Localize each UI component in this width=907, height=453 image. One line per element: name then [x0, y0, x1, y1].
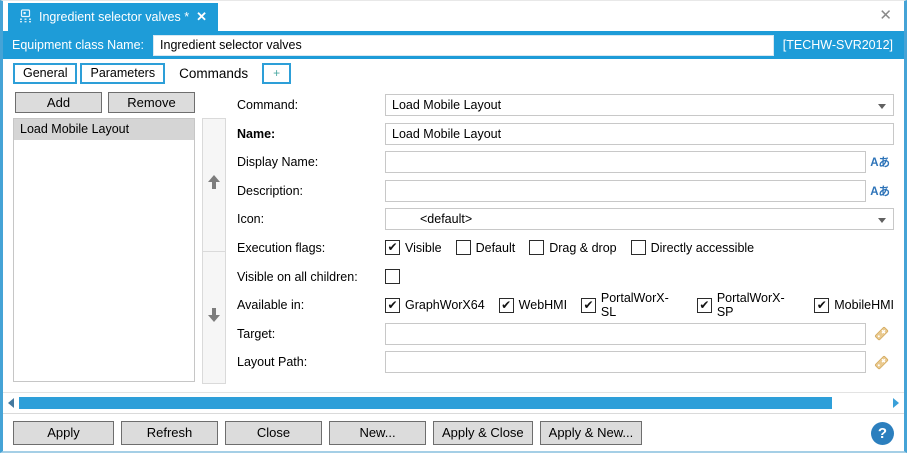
- default-checkbox[interactable]: [455, 240, 471, 256]
- display-name-localize-icon[interactable]: Aあ: [866, 154, 890, 170]
- scroll-right-icon[interactable]: [893, 398, 899, 408]
- layout-path-row: Layout Path:: [237, 350, 894, 374]
- equipment-class-editor-window: Ingredient selector valves * ✕ ✕ Equipme…: [0, 0, 907, 453]
- chevron-down-icon: [878, 218, 886, 224]
- commands-tab-content: Add Remove Load Mobile Layout Command: L…: [3, 84, 904, 392]
- window-close-icon[interactable]: ✕: [879, 8, 892, 23]
- flag-default[interactable]: Default: [455, 240, 515, 256]
- apply-and-new-button[interactable]: Apply & New...: [539, 421, 643, 445]
- name-row: Name:: [237, 122, 894, 146]
- editor-tab-strip: General Parameters Commands +: [3, 59, 904, 84]
- name-input[interactable]: [385, 122, 894, 145]
- available-mobilehmi[interactable]: MobileHMI: [814, 297, 894, 313]
- flag-visible[interactable]: Visible: [385, 240, 442, 256]
- display-name-input[interactable]: [385, 151, 866, 174]
- new-button[interactable]: New...: [329, 421, 426, 445]
- target-label: Target:: [237, 326, 276, 341]
- name-label: Name:: [237, 126, 276, 141]
- layout-path-label: Layout Path:: [237, 355, 308, 370]
- arrow-up-icon: [207, 174, 221, 195]
- visible-all-children-label: Visible on all children:: [237, 269, 358, 284]
- available-portalworx-sl[interactable]: PortalWorX-SL: [581, 291, 683, 319]
- target-input[interactable]: [385, 322, 866, 345]
- layout-path-input[interactable]: [385, 351, 866, 374]
- scrollbar-thumb[interactable]: [19, 397, 832, 409]
- visible-checkbox[interactable]: [385, 240, 400, 256]
- flag-directly-accessible[interactable]: Directly accessible: [630, 240, 754, 256]
- document-tab-close-icon[interactable]: ✕: [196, 9, 207, 25]
- close-button[interactable]: Close: [225, 421, 322, 445]
- available-portalworx-sp[interactable]: PortalWorX-SP: [696, 291, 800, 319]
- icon-dropdown[interactable]: <default>: [385, 208, 894, 231]
- tab-commands[interactable]: Commands: [168, 63, 260, 84]
- equipment-class-name-input[interactable]: [153, 34, 774, 56]
- scrollbar-track[interactable]: [19, 397, 888, 409]
- tab-general[interactable]: General: [13, 63, 78, 84]
- layout-path-tag-browse-icon[interactable]: [866, 354, 890, 371]
- description-label: Description:: [237, 183, 303, 198]
- target-row: Target:: [237, 322, 894, 346]
- command-properties-form: Command: Load Mobile Layout Name: Displa…: [237, 92, 894, 392]
- icon-label: Icon:: [237, 212, 265, 227]
- document-tab-ingredient-selector-valves[interactable]: Ingredient selector valves * ✕: [8, 3, 218, 31]
- graphworx64-checkbox[interactable]: [385, 297, 400, 313]
- chevron-down-icon: [878, 104, 886, 109]
- reorder-column: [202, 118, 226, 384]
- available-graphworx64[interactable]: GraphWorX64: [385, 297, 485, 313]
- display-name-label: Display Name:: [237, 155, 319, 170]
- flag-drag-drop[interactable]: Drag & drop: [529, 240, 617, 256]
- move-up-button[interactable]: [202, 118, 226, 252]
- target-tag-browse-icon[interactable]: [866, 325, 890, 342]
- apply-button[interactable]: Apply: [13, 421, 114, 445]
- command-dropdown[interactable]: Load Mobile Layout: [385, 94, 894, 116]
- description-localize-icon[interactable]: Aあ: [866, 183, 890, 199]
- mobilehmi-checkbox[interactable]: [814, 297, 830, 313]
- available-webhmi[interactable]: WebHMI: [498, 297, 567, 313]
- add-button[interactable]: Add: [15, 92, 102, 113]
- server-name-badge: [TECHW-SVR2012]: [782, 38, 893, 52]
- command-label: Command:: [237, 98, 299, 112]
- tab-add-new[interactable]: +: [262, 63, 292, 84]
- available-in-row: Available in: GraphWorX64 WebHMI PortalW…: [237, 291, 894, 319]
- display-name-row: Display Name: Aあ: [237, 150, 894, 174]
- footer-button-bar: Apply Refresh Close New... Apply & Close…: [3, 413, 904, 451]
- execution-flags-row: Execution flags: Visible Default Drag & …: [237, 236, 894, 260]
- visible-all-children-checkbox[interactable]: [385, 269, 400, 285]
- remove-button[interactable]: Remove: [108, 92, 195, 113]
- document-tab-title: Ingredient selector valves *: [39, 10, 190, 24]
- icon-dropdown-value: <default>: [420, 212, 473, 227]
- tab-parameters[interactable]: Parameters: [80, 63, 166, 84]
- command-list-toolbar: Add Remove: [15, 92, 195, 113]
- equipment-class-header: Equipment class Name: [TECHW-SVR2012]: [3, 31, 904, 59]
- apply-and-close-button[interactable]: Apply & Close: [433, 421, 533, 445]
- command-row: Command: Load Mobile Layout: [237, 93, 894, 117]
- description-input[interactable]: [385, 179, 866, 202]
- equipment-class-name-label: Equipment class Name:: [12, 38, 145, 52]
- refresh-button[interactable]: Refresh: [121, 421, 218, 445]
- command-list-panel: Add Remove Load Mobile Layout: [13, 92, 195, 392]
- document-tab-bar: Ingredient selector valves * ✕ ✕: [3, 1, 904, 31]
- horizontal-scrollbar[interactable]: [3, 392, 904, 413]
- directly-accessible-checkbox[interactable]: [630, 240, 646, 256]
- list-item-load-mobile-layout[interactable]: Load Mobile Layout: [14, 119, 194, 140]
- description-row: Description: Aあ: [237, 179, 894, 203]
- command-dropdown-value: Load Mobile Layout: [392, 98, 502, 112]
- icon-row: Icon: <default>: [237, 207, 894, 231]
- portalworx-sl-checkbox[interactable]: [581, 297, 596, 313]
- equipment-class-icon: [19, 8, 32, 26]
- available-in-label: Available in:: [237, 298, 305, 313]
- arrow-down-icon: [207, 307, 221, 328]
- command-listbox[interactable]: Load Mobile Layout: [13, 118, 195, 382]
- drag-drop-checkbox[interactable]: [529, 240, 545, 256]
- scroll-left-icon[interactable]: [8, 398, 14, 408]
- help-icon[interactable]: ?: [871, 421, 894, 445]
- portalworx-sp-checkbox[interactable]: [696, 297, 712, 313]
- move-down-button[interactable]: [202, 251, 226, 384]
- visible-all-children-row: Visible on all children:: [237, 265, 894, 289]
- execution-flags-label: Execution flags:: [237, 240, 326, 255]
- webhmi-checkbox[interactable]: [498, 297, 514, 313]
